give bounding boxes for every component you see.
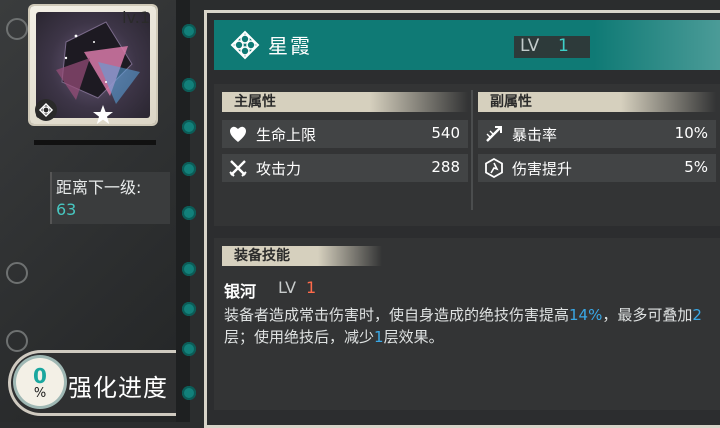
binder-ring	[182, 386, 196, 400]
stat-value: 5%	[684, 158, 708, 176]
title-fade	[594, 20, 720, 70]
stat-row: 暴击率 10%	[478, 120, 716, 148]
binder-ring	[182, 262, 196, 276]
star-icon	[93, 105, 113, 124]
next-level-label: 距离下一级:	[56, 178, 142, 197]
main-stats: 主属性 生命上限 540 攻击力 288	[222, 92, 468, 182]
set-emblem-icon	[230, 30, 260, 60]
card-level: lv.1	[122, 8, 150, 27]
main-stats-header: 主属性	[222, 92, 468, 112]
crossed-swords-icon	[229, 160, 247, 177]
stat-row: 生命上限 540	[222, 120, 468, 148]
skill-header: 装备技能	[222, 246, 382, 266]
item-name: 星霞	[268, 34, 312, 58]
skill-level-label: LV	[278, 278, 297, 297]
binder-ring	[182, 24, 196, 38]
stat-value: 540	[431, 124, 460, 142]
skill-panel: 装备技能 银河 LV 1 装备者造成常击伤害时，使自身造成的绝技伤害提高14%，…	[214, 238, 720, 410]
next-level-box: 距离下一级: 63	[50, 172, 170, 224]
stat-value: 10%	[674, 124, 708, 142]
title-bar: 星霞 LV 1	[214, 20, 720, 70]
stats-divider	[471, 90, 473, 210]
skill-name: 银河	[224, 282, 257, 301]
sub-stats-header: 副属性	[478, 92, 716, 112]
enhance-label: 强化进度	[68, 374, 168, 402]
heart-shield-icon	[230, 126, 246, 142]
enhance-progress-button[interactable]: 0 % 强化进度	[8, 350, 186, 416]
next-level-value: 63	[56, 200, 77, 219]
stat-name: 伤害提升	[512, 160, 573, 178]
equipment-card[interactable]: lv.1	[30, 6, 156, 124]
stat-row: 攻击力 288	[222, 154, 468, 182]
progress-circle: 0 %	[16, 358, 64, 406]
skill-description: 装备者造成常击伤害时，使自身造成的绝技伤害提高14%，最多可叠加2层；使用绝技后…	[224, 306, 702, 346]
stats-panel: 主属性 生命上限 540 攻击力 288 副属性 暴击率 10% 伤害提升 5%	[214, 84, 720, 226]
crit-icon	[486, 126, 502, 142]
clip-ring-icon	[6, 262, 28, 284]
progress-percent-sign: %	[33, 386, 47, 401]
item-level-badge: LV 1	[514, 36, 590, 58]
binder-ring	[182, 120, 196, 134]
stat-name: 生命上限	[256, 126, 317, 144]
item-level-value: 1	[558, 36, 569, 56]
stat-row: 伤害提升 5%	[478, 154, 716, 182]
progress-percent: 0	[33, 364, 47, 388]
item-level-label: LV	[520, 36, 540, 56]
clip-ring-icon	[6, 18, 28, 40]
stat-name: 暴击率	[512, 126, 558, 144]
set-emblem-icon	[35, 99, 57, 121]
card-underbar	[34, 140, 156, 145]
skill-header-wrap: 装备技能	[222, 246, 382, 266]
skill-level-value: 1	[306, 278, 317, 297]
clip-ring-icon	[6, 330, 28, 352]
sub-stats: 副属性 暴击率 10% 伤害提升 5%	[478, 92, 716, 182]
binder-ring	[182, 206, 196, 220]
damage-boost-icon	[485, 158, 503, 178]
binder-ring	[182, 302, 196, 316]
binder-ring	[182, 342, 196, 356]
stat-name: 攻击力	[256, 160, 302, 178]
stat-value: 288	[431, 158, 460, 176]
binder-ring	[182, 162, 196, 176]
binder-ring	[182, 78, 196, 92]
